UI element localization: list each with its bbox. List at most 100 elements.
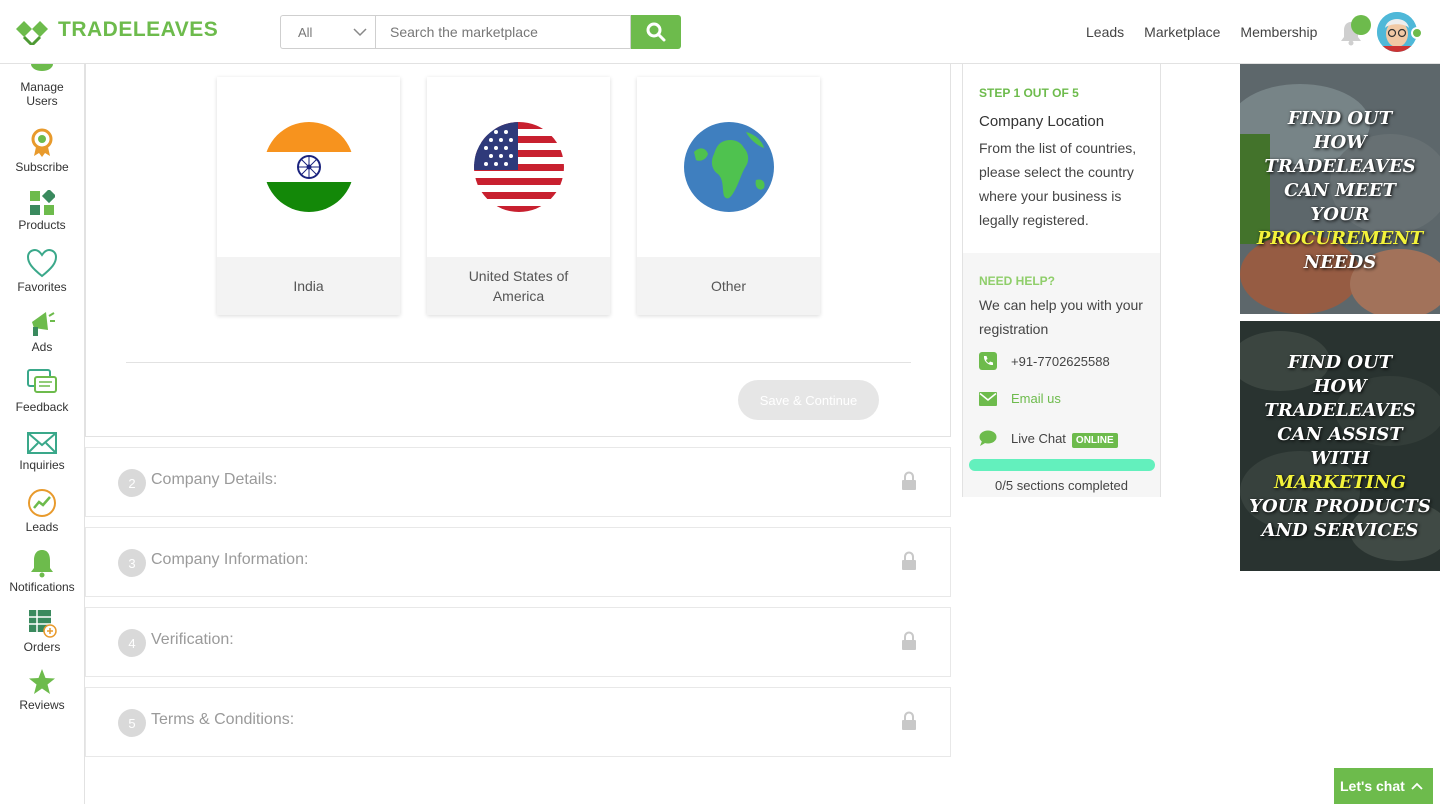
sidebar-item-subscribe[interactable]: Subscribe [0,128,84,174]
country-label: Other [637,257,820,315]
ad-highlight: PROCUREMENT [1256,228,1424,249]
chat-button-label: Let's chat [1340,778,1405,794]
sidebar: Manage Users Subscribe Products Favorite… [0,57,85,804]
globe-icon [683,122,774,212]
ad-line: CAN MEET [1284,180,1396,201]
india-flag-icon [263,122,354,212]
phone-icon [979,352,997,370]
heart-icon [26,248,58,278]
online-badge: ONLINE [1071,432,1118,448]
sidebar-item-feedback[interactable]: Feedback [0,368,84,414]
sidebar-label: Favorites [17,280,67,294]
country-card-india[interactable]: India [217,77,400,315]
country-label: India [217,257,400,315]
sidebar-item-favorites[interactable]: Favorites [0,248,84,294]
bell-icon [31,550,53,578]
star-icon [29,669,55,694]
email-contact[interactable]: Email us [979,391,1061,406]
step-title: Verification: [151,631,234,648]
marketing-ad-banner[interactable]: FIND OUT HOW TRADELEAVES CAN ASSIST WITH… [1240,321,1440,571]
step-verification[interactable]: 4 Verification: [85,607,951,677]
ad-line: CAN ASSIST [1277,424,1403,445]
nav-membership[interactable]: Membership [1240,24,1317,40]
sidebar-label: Manage [20,80,64,94]
brand-name: TRADELEAVES [58,18,219,41]
step-title: Terms & Conditions: [151,711,295,728]
ad-line: AND SERVICES [1261,520,1419,541]
country-card-other[interactable]: Other [637,77,820,315]
orders-icon [29,610,57,638]
ad-line: YOUR [1310,204,1370,225]
brand-logo[interactable]: TRADELEAVES [14,15,218,45]
medal-icon [31,128,53,157]
ad-line: NEEDS [1303,252,1377,273]
live-chat-label: Live Chat [1011,430,1066,446]
ad-line: WITH [1310,448,1370,469]
lock-icon [902,631,916,650]
sidebar-label: Notifications [9,580,75,594]
help-title: Company Location [979,113,1105,130]
lets-chat-button[interactable]: Let's chat [1334,768,1433,804]
email-icon [979,391,997,406]
search-bar: All [280,15,681,49]
search-button[interactable] [631,15,681,49]
category-select[interactable]: All [280,15,375,49]
sidebar-item-orders[interactable]: Orders [0,608,84,654]
sidebar-item-reviews[interactable]: Reviews [0,668,84,712]
sidebar-label: Orders [23,640,61,654]
email-link[interactable]: Email us [1011,391,1061,406]
sidebar-label: Products [18,218,66,232]
envelope-icon [27,432,57,454]
step-number: 4 [118,629,146,657]
ad-line: TRADELEAVES [1264,156,1416,177]
lock-icon [902,551,916,570]
search-icon [646,22,666,42]
step-number: 5 [118,709,146,737]
nav-marketplace[interactable]: Marketplace [1144,24,1220,40]
step-indicator: STEP 1 OUT OF 5 [979,86,1079,100]
divider [126,362,911,363]
ad-line: FIND OUT [1287,352,1393,373]
online-status-dot [1411,27,1423,39]
step-title: Company Details: [151,471,278,488]
need-help-text: We can help you with your registration [979,297,1143,337]
sidebar-item-products[interactable]: Products [0,190,84,232]
step-number: 3 [118,549,146,577]
step-title: Company Information: [151,551,309,568]
nav-leads[interactable]: Leads [1086,24,1124,40]
sidebar-label: Feedback [15,400,69,414]
sidebar-label: Users [26,94,58,108]
progress-text: 0/5 sections completed [995,478,1128,493]
sidebar-item-inquiries[interactable]: Inquiries [0,430,84,472]
chat-bubble-icon [979,430,997,446]
procurement-ad-banner[interactable]: FIND OUT HOW TRADELEAVES CAN MEET YOUR P… [1240,64,1440,314]
help-description: From the list of countries, please selec… [979,140,1137,228]
live-chat-contact[interactable]: Live Chat ONLINE [979,430,1118,448]
phone-contact[interactable]: +91-7702625588 [979,352,1110,370]
category-selected: All [298,24,313,40]
phone-number: +91-7702625588 [1011,353,1110,369]
ad-line: TRADELEAVES [1264,400,1416,421]
step-terms-conditions[interactable]: 5 Terms & Conditions: [85,687,951,757]
sidebar-label: Reviews [19,698,65,712]
sidebar-label: Inquiries [19,458,65,472]
ad-line: HOW [1313,132,1367,153]
help-panel: STEP 1 OUT OF 5 Company Location From th… [962,64,1161,497]
save-continue-button[interactable]: Save & Continue [738,380,879,420]
lock-icon [902,471,916,490]
search-input[interactable] [375,15,631,49]
country-card-usa[interactable]: United States of America [427,77,610,315]
sidebar-item-notifications[interactable]: Notifications [0,548,84,594]
sidebar-item-leads[interactable]: Leads [0,488,84,534]
leaf-logo-icon [16,21,48,45]
step-company-details[interactable]: 2 Company Details: [85,447,951,517]
ad-line: HOW [1313,376,1367,397]
step-company-information[interactable]: 3 Company Information: [85,527,951,597]
sections-progress-bar [969,459,1155,471]
ad-line: FIND OUT [1287,108,1393,129]
ad-highlight: MARKETING [1274,472,1406,493]
top-nav: Leads Marketplace Membership [1086,24,1317,40]
sidebar-item-ads[interactable]: Ads [0,308,84,354]
usa-flag-icon [473,122,564,212]
chevron-down-icon [353,28,367,37]
